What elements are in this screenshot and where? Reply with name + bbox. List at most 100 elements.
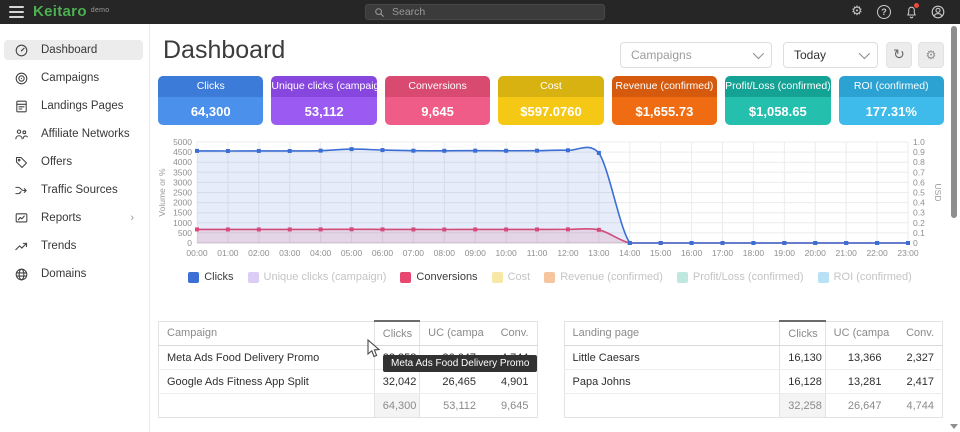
legend-item-unique-clicks-campaign-[interactable]: Unique clicks (campaign) xyxy=(248,271,387,283)
notifications-bell-icon[interactable] xyxy=(903,4,919,20)
menu-toggle-icon[interactable] xyxy=(9,6,24,18)
svg-text:USD: USD xyxy=(933,184,943,202)
stat-cards-row: Clicks64,300Unique clicks (campaign)53,1… xyxy=(158,76,944,125)
row-name-cell[interactable]: Little Caesars xyxy=(564,346,780,370)
sidebar-item-landings-pages[interactable]: Landings Pages xyxy=(4,96,143,116)
svg-text:16:00: 16:00 xyxy=(681,248,703,258)
chart-legend: Clicks Unique clicks (campaign) Conversion… xyxy=(155,271,945,283)
dashboard-settings-button[interactable]: ⚙ xyxy=(918,42,944,68)
refresh-button[interactable]: ↻ xyxy=(886,42,912,68)
settings-icon[interactable]: ⚙ xyxy=(849,4,865,20)
table-row[interactable]: Google Ads Fitness App Split32,04226,465… xyxy=(159,370,538,394)
totals-row: 32,25826,6474,744 xyxy=(564,394,943,418)
column-header-uc-campaign-[interactable]: UC (campaign) xyxy=(420,321,484,346)
legend-item-conversions[interactable]: Conversions xyxy=(400,271,477,283)
legend-label: Cost xyxy=(508,271,531,283)
sidebar-item-traffic-sources[interactable]: Traffic Sources xyxy=(4,180,143,200)
sidebar-item-label: Campaigns xyxy=(41,72,99,84)
svg-text:1500: 1500 xyxy=(173,208,192,218)
search-icon xyxy=(374,7,385,18)
svg-text:19:00: 19:00 xyxy=(774,248,796,258)
total-cell xyxy=(564,394,780,418)
svg-text:4000: 4000 xyxy=(173,157,192,167)
totals-row: 64,30053,1129,645 xyxy=(159,394,538,418)
column-header-landing-page[interactable]: Landing page xyxy=(564,321,780,346)
scrollbar-thumb[interactable] xyxy=(951,26,957,218)
column-header-conv-[interactable]: Conv. xyxy=(484,321,537,346)
topbar: Keitarodemo Search ⚙ ? xyxy=(0,0,960,24)
search-input[interactable]: Search xyxy=(365,4,605,20)
svg-text:3000: 3000 xyxy=(173,177,192,187)
svg-text:0.4: 0.4 xyxy=(913,198,925,208)
sidebar-item-label: Reports xyxy=(41,212,81,224)
column-header-conv-[interactable]: Conv. xyxy=(890,321,943,346)
stat-card-label: Profit/Loss (confirmed) xyxy=(725,76,830,97)
svg-text:2500: 2500 xyxy=(173,188,192,198)
svg-text:0: 0 xyxy=(913,238,918,248)
column-header-campaign[interactable]: Campaign xyxy=(159,321,375,346)
sidebar-item-campaigns[interactable]: Campaigns xyxy=(4,68,143,88)
sidebar-item-offers[interactable]: Offers xyxy=(4,152,143,172)
sidebar-item-domains[interactable]: Domains xyxy=(4,264,143,284)
landings-icon xyxy=(14,99,29,114)
svg-text:0.5: 0.5 xyxy=(913,188,925,198)
legend-item-revenue-confirmed-[interactable]: Revenue (confirmed) xyxy=(544,271,663,283)
legend-item-roi-confirmed-[interactable]: ROI (confirmed) xyxy=(818,271,912,283)
row-name-cell[interactable]: Papa Johns xyxy=(564,370,780,394)
sidebar-item-label: Traffic Sources xyxy=(41,184,118,196)
help-icon[interactable]: ? xyxy=(876,4,892,20)
stat-card-value: 177.31% xyxy=(839,97,944,125)
stat-card-label: Clicks xyxy=(158,76,263,97)
account-icon[interactable] xyxy=(930,4,946,20)
legend-item-profit-loss-confirmed-[interactable]: Profit/Loss (confirmed) xyxy=(677,271,804,283)
campaigns-filter-select[interactable]: Campaigns xyxy=(620,42,772,68)
notification-badge xyxy=(914,3,919,8)
sidebar-item-trends[interactable]: Trends xyxy=(4,236,143,256)
svg-text:01:00: 01:00 xyxy=(217,248,239,258)
svg-text:Volume or %: Volume or % xyxy=(157,168,167,217)
affiliates-icon xyxy=(14,127,29,142)
row-value-cell: 26,465 xyxy=(420,370,484,394)
sidebar-item-affiliate-networks[interactable]: Affiliate Networks xyxy=(4,124,143,144)
sidebar-item-reports[interactable]: Reports› xyxy=(4,208,143,228)
column-header-clicks[interactable]: Clicks xyxy=(780,321,825,346)
row-value-cell: 16,128 xyxy=(780,370,825,394)
row-name-cell[interactable]: Meta Ads Food Delivery Promo xyxy=(159,346,375,370)
total-cell xyxy=(159,394,375,418)
svg-text:0.8: 0.8 xyxy=(913,157,925,167)
table-row[interactable]: Little Caesars16,13013,3662,327 xyxy=(564,346,943,370)
svg-text:00:00: 00:00 xyxy=(186,248,208,258)
legend-swatch xyxy=(818,272,829,283)
dashboard-chart: 0500100015002000250030003500400045005000… xyxy=(155,133,945,265)
table-row[interactable]: Papa Johns16,12813,2812,417 xyxy=(564,370,943,394)
svg-text:08:00: 08:00 xyxy=(434,248,456,258)
svg-text:07:00: 07:00 xyxy=(403,248,425,258)
svg-text:3500: 3500 xyxy=(173,167,192,177)
row-value-cell: 13,281 xyxy=(825,370,889,394)
legend-item-clicks[interactable]: Clicks xyxy=(188,271,233,283)
row-name-cell[interactable]: Google Ads Fitness App Split xyxy=(159,370,375,394)
column-header-uc-campaign-[interactable]: UC (campaign) xyxy=(825,321,889,346)
date-range-select[interactable]: Today xyxy=(783,42,878,68)
row-tooltip: Meta Ads Food Delivery Promo xyxy=(383,355,537,372)
sidebar-item-label: Offers xyxy=(41,156,72,168)
sidebar-item-dashboard[interactable]: Dashboard xyxy=(4,40,143,60)
app-logo: Keitarodemo xyxy=(33,3,110,20)
svg-text:0.6: 0.6 xyxy=(913,177,925,187)
chevron-down-icon xyxy=(859,48,870,59)
column-header-clicks[interactable]: Clicks xyxy=(374,321,419,346)
legend-label: Profit/Loss (confirmed) xyxy=(693,271,804,283)
svg-text:10:00: 10:00 xyxy=(495,248,517,258)
page-title: Dashboard xyxy=(163,36,285,65)
row-value-cell: 2,327 xyxy=(890,346,943,370)
total-cell: 9,645 xyxy=(484,394,537,418)
svg-text:2000: 2000 xyxy=(173,198,192,208)
stat-card-unique-clicks-campaign-: Unique clicks (campaign)53,112 xyxy=(271,76,376,125)
legend-item-cost[interactable]: Cost xyxy=(492,271,531,283)
stat-card-label: ROI (confirmed) xyxy=(839,76,944,97)
scroll-down-arrow[interactable] xyxy=(950,424,958,429)
traffic-icon xyxy=(14,183,29,198)
sidebar-item-label: Landings Pages xyxy=(41,100,123,112)
chevron-down-icon xyxy=(753,48,764,59)
stat-card-label: Unique clicks (campaign) xyxy=(271,76,376,97)
